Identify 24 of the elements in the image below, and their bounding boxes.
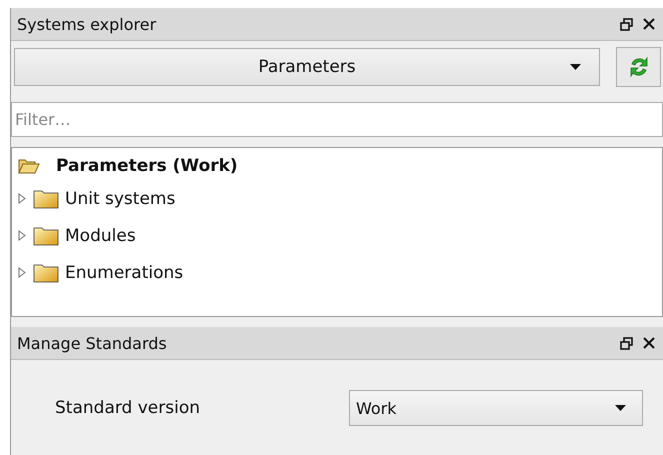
float-icon[interactable]: [620, 336, 633, 350]
tree-item[interactable]: Modules: [65, 226, 136, 246]
panel-title: Manage Standards: [17, 334, 168, 352]
folder-icon: [33, 188, 59, 208]
folder-icon: [33, 262, 59, 282]
expand-arrow-icon[interactable]: [18, 267, 27, 278]
tree-item[interactable]: Unit systems: [65, 188, 176, 208]
close-icon[interactable]: [643, 337, 655, 349]
refresh-button[interactable]: [616, 47, 661, 87]
filter-field[interactable]: Filter…: [11, 102, 663, 137]
version-dropdown[interactable]: Work: [349, 390, 643, 426]
folder-icon: [33, 226, 59, 246]
close-icon[interactable]: [643, 18, 655, 30]
caret-icon: [615, 405, 626, 411]
field-label: Standard version: [55, 398, 202, 418]
parameters-dropdown[interactable]: Parameters: [14, 48, 600, 86]
panel-title: Systems explorer: [17, 14, 158, 34]
expand-arrow-icon[interactable]: [18, 193, 27, 204]
refresh-icon: [628, 55, 648, 79]
tree-item[interactable]: Parameters (Work): [56, 156, 238, 176]
expand-arrow-icon[interactable]: [18, 230, 27, 241]
caret-icon: [570, 64, 581, 70]
tree-item[interactable]: Enumerations: [65, 262, 184, 282]
float-icon[interactable]: [620, 18, 633, 30]
